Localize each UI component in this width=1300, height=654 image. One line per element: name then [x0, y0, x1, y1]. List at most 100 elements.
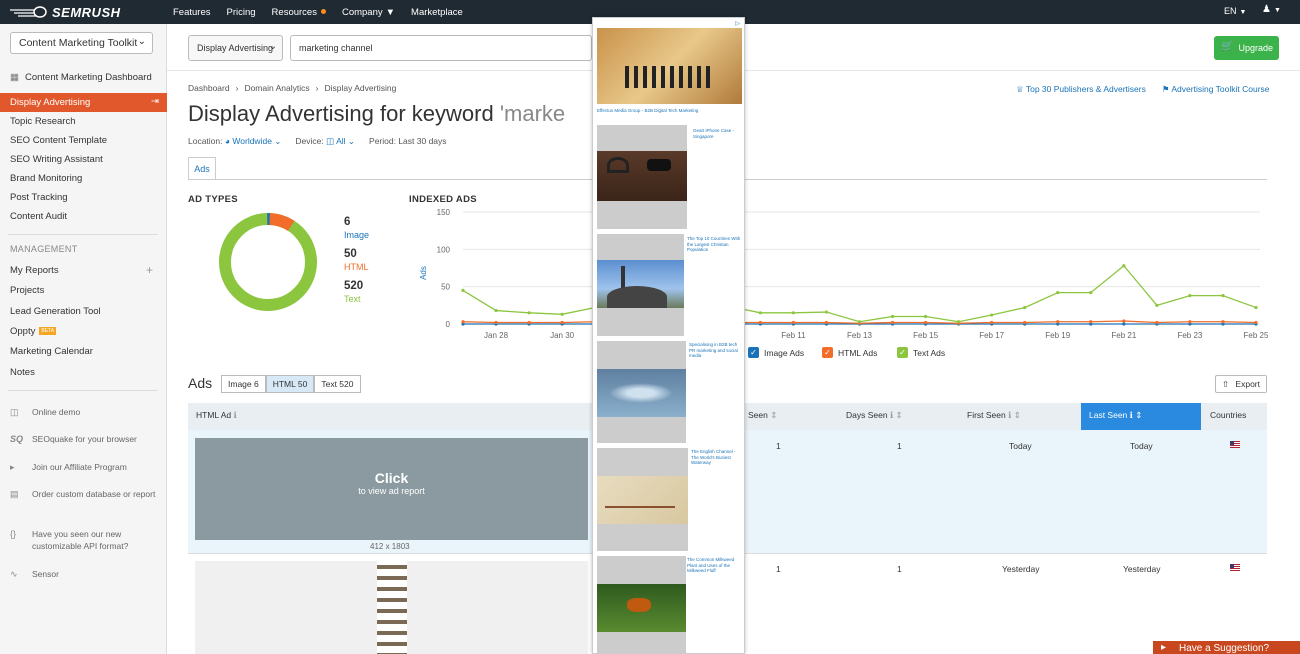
page-title-text: Display Advertising for keyword: [188, 101, 494, 126]
top-publishers-link[interactable]: ♕ Top 30 Publishers & Advertisers: [1016, 84, 1146, 95]
tab-html[interactable]: HTML 50: [265, 375, 315, 393]
headphones-shape: [607, 157, 629, 173]
sidebar-item-lead-generation[interactable]: Lead Generation Tool: [0, 302, 167, 321]
user-menu[interactable]: ♟ ▼: [1262, 4, 1281, 15]
top-publishers-label: Top 30 Publishers & Advertisers: [1025, 84, 1146, 94]
devices-icon: ◫: [326, 136, 335, 146]
sidebar-item-seo-writing-assistant[interactable]: SEO Writing Assistant: [0, 150, 167, 169]
sidebar-item-brand-monitoring[interactable]: Brand Monitoring: [0, 169, 167, 188]
ad-preview-thumbnail[interactable]: [195, 561, 588, 654]
ad-headline[interactable]: Effectus Media Group - B2B Digital Tech …: [597, 108, 742, 114]
sidebar-item-seo-content-template[interactable]: SEO Content Template: [0, 131, 167, 150]
y-tick-label: 150: [437, 208, 451, 217]
braces-icon: {}: [10, 529, 17, 539]
data-point: [1122, 319, 1126, 323]
export-icon: ⇧: [1222, 379, 1230, 389]
page-title-keyword: 'marke: [499, 101, 566, 126]
col-days-seen[interactable]: Days Seen ℹ ⇕: [846, 410, 903, 421]
legend-label: HTML Ads: [838, 347, 878, 358]
data-point: [1155, 320, 1159, 325]
ads-title: Ads: [188, 375, 213, 391]
sidebar-item-my-reports[interactable]: My Reports +: [0, 261, 167, 280]
sidebar-item-oppty[interactable]: Oppty BETA: [0, 322, 167, 341]
toolkit-select[interactable]: Content Marketing Toolkit ⌄: [10, 32, 153, 54]
checkbox-icon: ✓: [748, 347, 759, 358]
export-button[interactable]: ⇧ Export: [1215, 375, 1267, 393]
data-point: [890, 320, 895, 325]
legend-html-ads[interactable]: ✓ HTML Ads: [822, 347, 877, 358]
ad-image: [597, 125, 687, 229]
col-seen[interactable]: Seen ⇕: [748, 410, 777, 421]
us-flag-icon: [1230, 441, 1240, 448]
x-tick-label: Feb 17: [979, 331, 1004, 340]
sort-icon: ℹ ⇕: [889, 410, 903, 420]
sidebar-item-dashboard[interactable]: ▦ Content Marketing Dashboard: [0, 68, 167, 87]
sidebar-item-marketing-calendar[interactable]: Marketing Calendar: [0, 342, 167, 361]
col-first-seen[interactable]: First Seen ℹ ⇕: [967, 410, 1021, 421]
document-icon: ▤: [10, 489, 19, 499]
butterfly-shape: [627, 598, 651, 612]
data-point: [1122, 264, 1126, 268]
nav-features[interactable]: Features: [165, 7, 219, 18]
col-countries[interactable]: Countries: [1210, 410, 1246, 420]
sidebar-item-label: Content Marketing Dashboard: [24, 72, 152, 83]
search-input[interactable]: marketing channel: [290, 35, 592, 61]
legend-text-ads[interactable]: ✓ Text Ads: [897, 347, 945, 358]
data-point: [527, 311, 531, 315]
data-point: [791, 320, 796, 325]
info-icon: ℹ: [233, 410, 237, 420]
page-title: Display Advertising for keyword 'marke: [188, 101, 565, 127]
sidebar-item-post-tracking[interactable]: Post Tracking: [0, 188, 167, 207]
location-filter[interactable]: Location: ◕ Worldwide ⌄: [188, 136, 281, 147]
tab-image[interactable]: Image 6: [221, 375, 266, 393]
sidebar-item-projects[interactable]: Projects: [0, 281, 167, 300]
ad-headline[interactable]: The Top 10 Countries With the Largest Ch…: [687, 236, 741, 253]
tab-text[interactable]: Text 520: [314, 375, 361, 393]
breadcrumb-domain-analytics[interactable]: Domain Analytics: [244, 83, 309, 93]
nav-resources[interactable]: Resources: [264, 7, 334, 18]
sort-icon: ℹ ⇕: [1129, 410, 1143, 420]
nav-marketplace[interactable]: Marketplace: [403, 7, 471, 18]
ad-preview-overlay[interactable]: Click to view ad report: [195, 438, 588, 540]
sidebar-item-display-advertising[interactable]: Display Advertising ⇥: [0, 93, 167, 112]
breadcrumb-dashboard[interactable]: Dashboard: [188, 83, 230, 93]
nav-company[interactable]: Company ▼: [334, 7, 403, 18]
legend-image-ads[interactable]: ✓ Image Ads: [748, 347, 804, 358]
tab-ads[interactable]: Ads: [188, 157, 216, 179]
plus-icon[interactable]: +: [146, 263, 153, 277]
extra-label: Join our Affiliate Program: [32, 462, 127, 472]
ad-headline[interactable]: Geart iPhone Case - Singapore: [693, 128, 741, 139]
sidebar-item-content-audit[interactable]: Content Audit: [0, 207, 167, 226]
ad-headline[interactable]: The Common Milkweed Plant and Uses of th…: [687, 557, 741, 574]
toolkit-course-link[interactable]: ⚑ Advertising Toolkit Course: [1162, 84, 1270, 95]
device-filter[interactable]: Device: ◫ All ⌄: [295, 136, 355, 147]
sidebar-item-topic-research[interactable]: Topic Research: [0, 112, 167, 131]
overlay-sub-text: to view ad report: [358, 486, 425, 496]
seoquake-icon: SQ: [10, 434, 24, 444]
ad-headline[interactable]: The English Channel - The World's Busies…: [691, 449, 741, 466]
sensor-link[interactable]: ∿ Sensor: [10, 568, 160, 580]
pin-icon[interactable]: ⇥: [151, 96, 159, 107]
ad-preview-popup[interactable]: ▷ Effectus Media Group - B2B Digital Tec…: [592, 17, 745, 654]
graduation-icon: ⚑: [1161, 84, 1170, 94]
api-format-link[interactable]: {} Have you seen our new customizable API…: [10, 528, 160, 552]
row1-first: Today: [1009, 441, 1032, 451]
col-last-seen[interactable]: Last Seen ℹ ⇕: [1089, 410, 1142, 421]
x-tick-label: Feb 21: [1111, 331, 1136, 340]
suggestion-button[interactable]: ▸ Have a Suggestion?: [1153, 641, 1300, 654]
semrush-logo[interactable]: SEMRUSH: [8, 5, 121, 20]
nav-pricing[interactable]: Pricing: [219, 7, 264, 18]
language-switcher[interactable]: EN ▼: [1224, 6, 1246, 16]
sidebar-item-notes[interactable]: Notes: [0, 363, 167, 382]
y-tick-label: 50: [441, 283, 450, 292]
database-select[interactable]: Display Advertising ⌄: [188, 35, 283, 61]
upgrade-button[interactable]: 🛒 Upgrade: [1214, 36, 1279, 60]
affiliate-link[interactable]: ▸ Join our Affiliate Program: [10, 461, 160, 473]
ad-headline[interactable]: Specialising in B2B tech PR marketing an…: [689, 342, 741, 359]
online-demo-link[interactable]: ◫ Online demo: [10, 406, 160, 418]
custom-database-link[interactable]: ▤ Order custom database or report: [10, 488, 160, 500]
adchoices-icon[interactable]: ▷: [735, 20, 740, 27]
seoquake-link[interactable]: SQ SEOquake for your browser: [10, 433, 160, 445]
ad-photo: [597, 369, 686, 417]
col-html-ad[interactable]: HTML Ad ℹ: [196, 410, 237, 421]
